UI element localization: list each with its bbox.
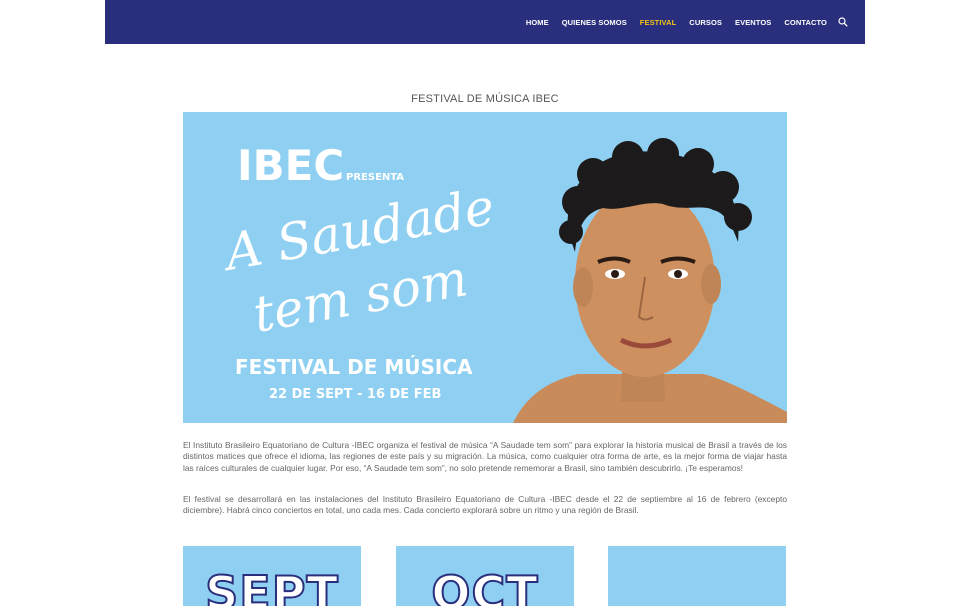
concert-card-sept[interactable]: SEPT	[183, 546, 361, 606]
nav-eventos[interactable]: EVENTOS	[735, 18, 771, 27]
nav-quienes-somos[interactable]: QUIENES SOMOS	[562, 18, 627, 27]
intro-paragraph: El Instituto Brasileiro Equatoriano de C…	[183, 440, 787, 473]
page-title: FESTIVAL DE MÚSICA IBEC	[411, 93, 559, 105]
card-label: OCT	[430, 565, 539, 606]
banner-presenta: PRESENTA	[346, 172, 404, 183]
banner-dates: 22 DE SEPT - 16 DE FEB	[269, 387, 441, 402]
banner-artwork: IBEC PRESENTA A Saudade tem som FESTIVAL…	[217, 138, 787, 423]
card-label: SEPT	[204, 565, 339, 606]
nav-cursos[interactable]: CURSOS	[689, 18, 722, 27]
banner-festival-title: FESTIVAL DE MÚSICA	[235, 355, 473, 379]
details-paragraph: El festival se desarrollará en las insta…	[183, 494, 787, 516]
festival-banner: IBEC PRESENTA A Saudade tem som FESTIVAL…	[183, 112, 787, 423]
search-icon[interactable]	[838, 17, 848, 27]
site-header: HOME QUIENES SOMOS FESTIVAL CURSOS EVENT…	[105, 0, 865, 44]
nav-festival[interactable]: FESTIVAL	[640, 18, 677, 27]
concert-card-oct[interactable]: OCT	[396, 546, 574, 606]
portrait-illustration	[513, 138, 787, 423]
concert-card-third[interactable]	[608, 546, 786, 606]
nav-contacto[interactable]: CONTACTO	[784, 18, 827, 27]
main-nav: HOME QUIENES SOMOS FESTIVAL CURSOS EVENT…	[526, 0, 827, 44]
banner-brand: IBEC	[237, 141, 344, 190]
nav-home[interactable]: HOME	[526, 18, 549, 27]
